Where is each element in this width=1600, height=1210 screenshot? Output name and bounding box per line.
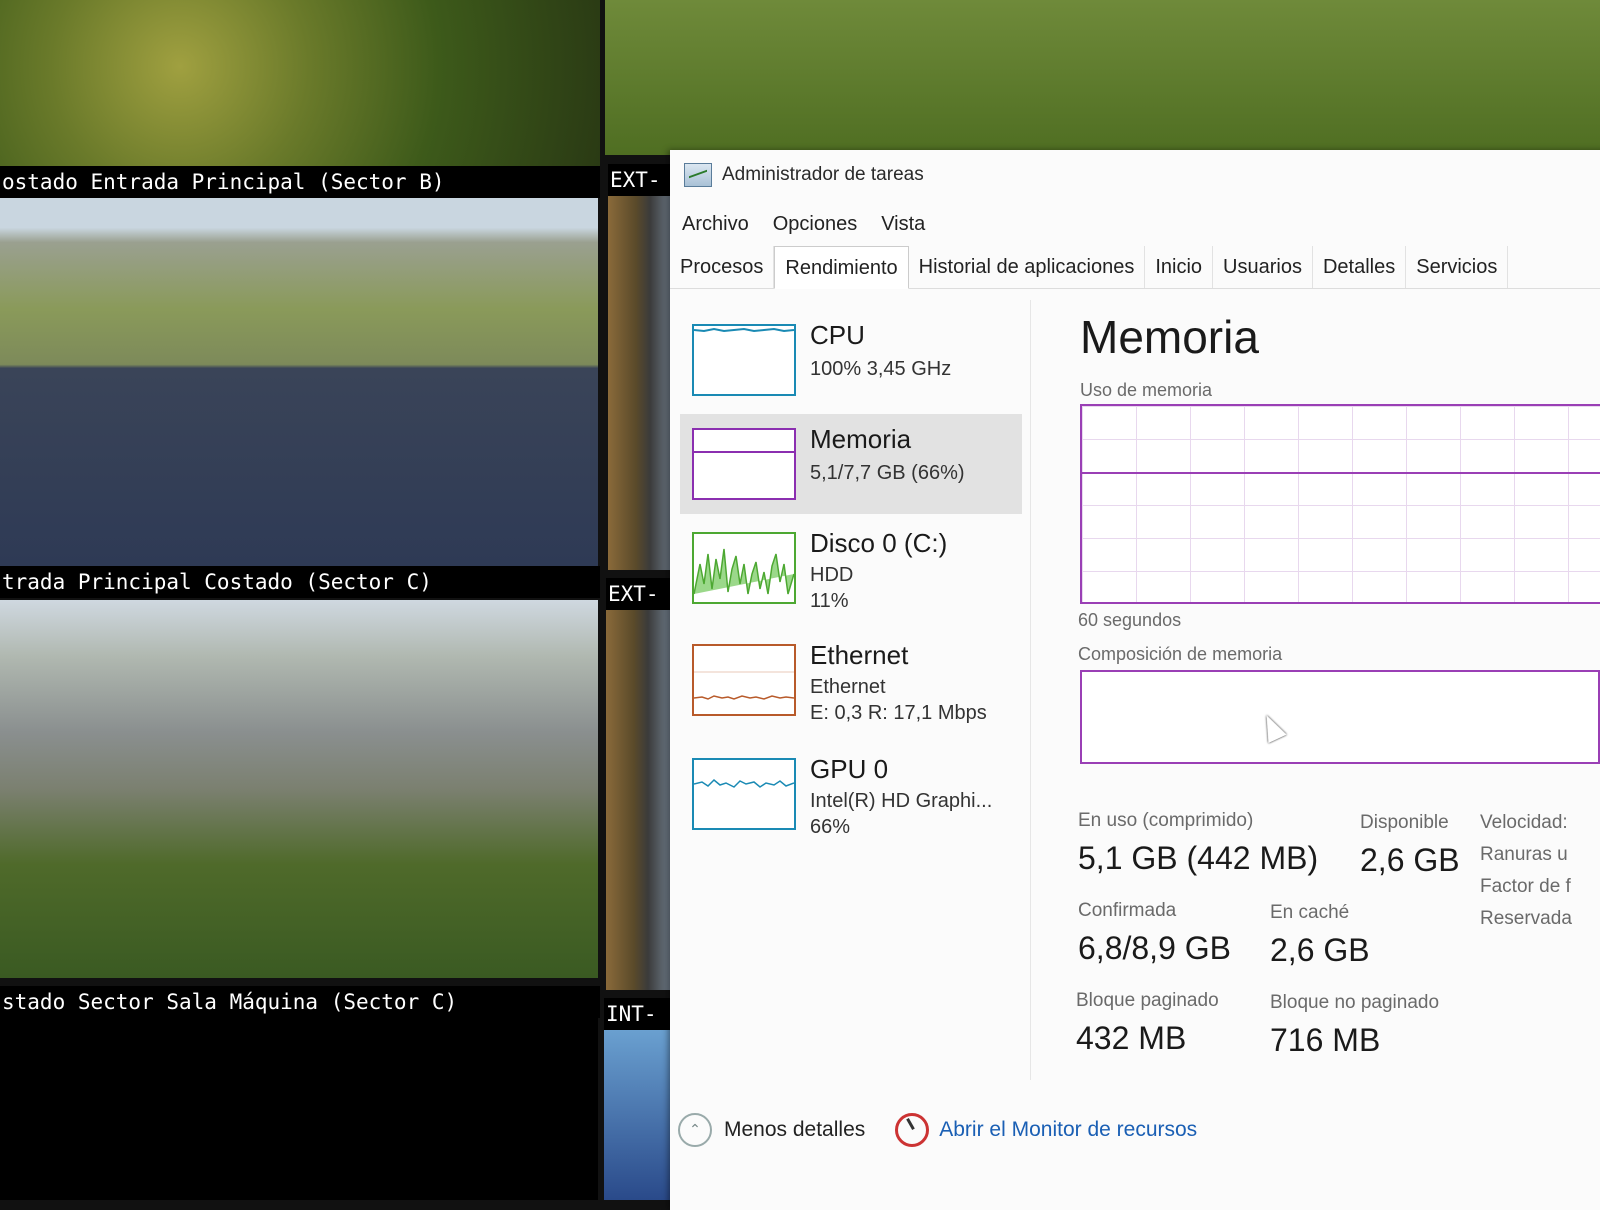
resource-disco[interactable]: Disco 0 (C:) HDD 11% bbox=[680, 518, 1022, 618]
memory-mini-graph bbox=[692, 428, 796, 500]
resource-memoria[interactable]: Memoria 5,1/7,7 GB (66%) bbox=[680, 414, 1022, 514]
resource-name: Disco 0 (C:) bbox=[810, 528, 948, 558]
menu-vista[interactable]: Vista bbox=[869, 204, 937, 244]
cached-value: 2,6 GB bbox=[1270, 932, 1370, 968]
window-title: Administrador de tareas bbox=[722, 164, 924, 185]
resource-detail-2: 66% bbox=[810, 816, 851, 838]
less-details-button[interactable]: Menos detalles bbox=[724, 1118, 865, 1142]
memory-usage-line bbox=[1082, 472, 1600, 474]
resource-detail-2: E: 0,3 R: 17,1 Mbps bbox=[810, 702, 987, 724]
paged-pool-label: Bloque paginado bbox=[1076, 990, 1219, 1011]
resource-list: CPU 100% 3,45 GHz Memoria 5,1/7,7 GB (66… bbox=[670, 300, 1031, 1080]
resource-name: CPU bbox=[810, 320, 865, 350]
resource-name: Ethernet bbox=[810, 640, 909, 670]
strip-label-2: EXT- bbox=[606, 578, 678, 610]
tab-detalles[interactable]: Detalles bbox=[1313, 246, 1407, 288]
resource-ethernet[interactable]: Ethernet Ethernet E: 0,3 R: 17,1 Mbps bbox=[680, 630, 1022, 730]
camera-feed-road bbox=[0, 198, 598, 568]
memory-usage-graph bbox=[1080, 404, 1600, 604]
menu-opciones[interactable]: Opciones bbox=[761, 204, 870, 244]
camera-feed-strip-2 bbox=[606, 610, 676, 990]
mouse-cursor-icon bbox=[1257, 710, 1287, 744]
disk-mini-graph bbox=[692, 532, 796, 604]
committed-label: Confirmada bbox=[1078, 900, 1177, 921]
reserved-label: Reservada bbox=[1480, 908, 1572, 929]
available-label: Disponible bbox=[1360, 812, 1449, 833]
camera-label-2: trada Principal Costado (Sector C) bbox=[0, 566, 600, 598]
speed-label: Velocidad: bbox=[1480, 812, 1568, 833]
camera-feed-strip-3 bbox=[604, 1030, 674, 1200]
resource-cpu[interactable]: CPU 100% 3,45 GHz bbox=[680, 310, 1022, 410]
camera-feed-top-left bbox=[0, 0, 600, 166]
menu-bar: Archivo Opciones Vista bbox=[670, 204, 937, 244]
cpu-mini-graph bbox=[692, 324, 796, 396]
available-value: 2,6 GB bbox=[1360, 842, 1460, 878]
camera-feed-parking bbox=[0, 600, 598, 978]
camera-label-1: ostado Entrada Principal (Sector B) bbox=[0, 166, 600, 198]
task-manager-window: Administrador de tareas Archivo Opciones… bbox=[670, 150, 1600, 1210]
title-bar[interactable]: Administrador de tareas bbox=[670, 150, 1600, 200]
tab-rendimiento[interactable]: Rendimiento bbox=[774, 246, 909, 289]
footer-bar: ⌃ Menos detalles Abrir el Monitor de rec… bbox=[670, 1100, 1600, 1160]
memory-composition-label: Composición de memoria bbox=[1078, 644, 1283, 664]
ethernet-mini-graph bbox=[692, 644, 796, 716]
strip-label-3: INT- F bbox=[604, 998, 676, 1030]
tab-bar: Procesos Rendimiento Historial de aplica… bbox=[670, 246, 1600, 289]
resource-gpu[interactable]: GPU 0 Intel(R) HD Graphi... 66% bbox=[680, 744, 1022, 844]
resource-detail: 5,1/7,7 GB (66%) bbox=[810, 462, 965, 484]
tab-procesos[interactable]: Procesos bbox=[670, 246, 775, 288]
nonpaged-pool-label: Bloque no paginado bbox=[1270, 992, 1440, 1013]
camera-feed-top-right bbox=[605, 0, 1600, 155]
committed-value: 6,8/8,9 GB bbox=[1078, 930, 1231, 966]
camera-feed-empty bbox=[0, 1018, 598, 1200]
resource-detail: 100% 3,45 GHz bbox=[810, 358, 952, 380]
resource-detail: Ethernet bbox=[810, 676, 886, 698]
memory-detail-panel: Memoria Uso de memoria 60 segundos Compo… bbox=[1070, 300, 1600, 1100]
memory-usage-label: Uso de memoria bbox=[1080, 380, 1213, 400]
tab-servicios[interactable]: Servicios bbox=[1406, 246, 1509, 288]
menu-archivo[interactable]: Archivo bbox=[670, 204, 761, 244]
open-resource-monitor-link[interactable]: Abrir el Monitor de recursos bbox=[939, 1118, 1197, 1142]
in-use-value: 5,1 GB (442 MB) bbox=[1078, 840, 1319, 876]
form-factor-label: Factor de f bbox=[1480, 876, 1571, 897]
gpu-mini-graph bbox=[692, 758, 796, 830]
tab-usuarios[interactable]: Usuarios bbox=[1213, 246, 1313, 288]
resource-detail: HDD bbox=[810, 564, 854, 586]
resource-name: Memoria bbox=[810, 424, 912, 454]
paged-pool-value: 432 MB bbox=[1076, 1020, 1187, 1056]
resource-name: GPU 0 bbox=[810, 754, 889, 784]
in-use-label: En uso (comprimido) bbox=[1078, 810, 1254, 831]
camera-feed-strip-1 bbox=[608, 196, 678, 570]
slots-label: Ranuras u bbox=[1480, 844, 1568, 865]
nonpaged-pool-value: 716 MB bbox=[1270, 1022, 1381, 1058]
resource-detail-2: 11% bbox=[810, 590, 849, 612]
detail-title: Memoria bbox=[1080, 311, 1259, 363]
cached-label: En caché bbox=[1270, 902, 1350, 923]
resource-monitor-icon[interactable] bbox=[895, 1113, 930, 1147]
camera-label-3: stado Sector Sala Máquina (Sector C) bbox=[0, 986, 600, 1018]
task-manager-icon bbox=[684, 163, 712, 187]
time-span-label: 60 segundos bbox=[1078, 610, 1182, 630]
resource-detail: Intel(R) HD Graphi... bbox=[810, 790, 993, 812]
tab-historial[interactable]: Historial de aplicaciones bbox=[909, 246, 1146, 288]
memory-composition-bar[interactable] bbox=[1080, 670, 1600, 764]
tab-inicio[interactable]: Inicio bbox=[1145, 246, 1214, 288]
chevron-up-icon[interactable]: ⌃ bbox=[678, 1113, 712, 1147]
